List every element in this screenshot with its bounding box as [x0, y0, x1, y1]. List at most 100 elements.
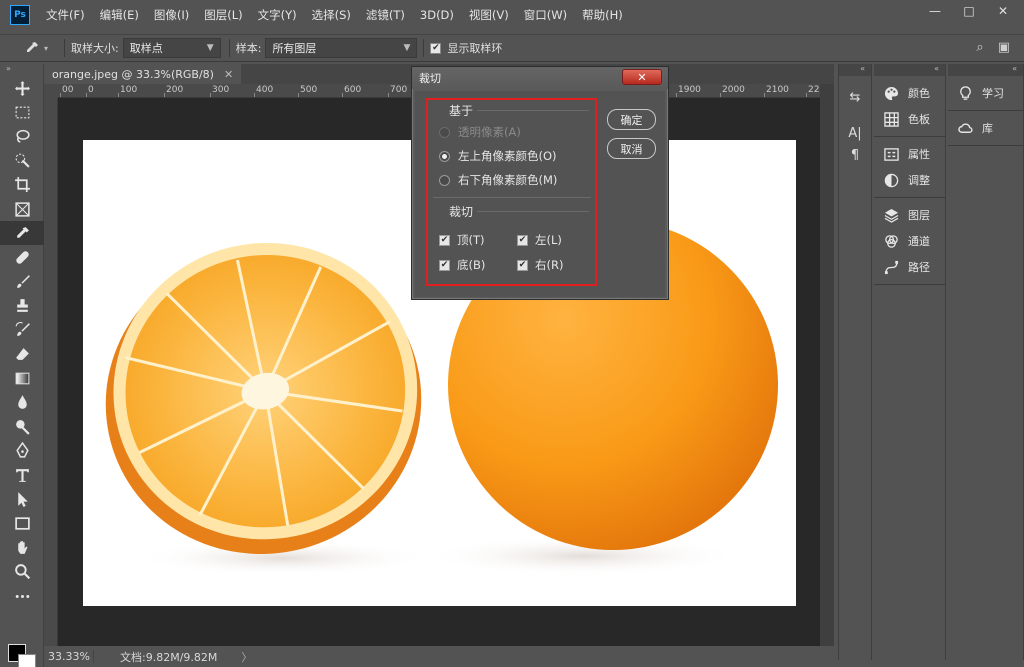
panel-adjustments[interactable]: 调整: [874, 167, 945, 193]
radio-transparent-pixels[interactable]: 透明像素(A): [439, 124, 521, 140]
menu-file[interactable]: 文件(F): [46, 7, 85, 23]
pen-tool[interactable]: [0, 439, 44, 463]
eyedropper-tool[interactable]: [0, 221, 44, 246]
menu-help[interactable]: 帮助(H): [582, 7, 623, 23]
menu-type[interactable]: 文字(Y): [258, 7, 297, 23]
eraser-tool[interactable]: [0, 342, 44, 366]
panel-label: 路径: [908, 261, 930, 274]
panel-group-color: 颜色 色板: [874, 76, 945, 137]
dialog-close-button[interactable]: ✕: [622, 69, 662, 85]
menu-layer[interactable]: 图层(L): [204, 7, 242, 23]
radio-button[interactable]: [439, 150, 450, 162]
trim-bottom-checkbox[interactable]: ✔ 底(B): [439, 257, 485, 273]
ok-button[interactable]: 确定: [607, 109, 656, 130]
stamp-tool[interactable]: [0, 294, 44, 318]
trim-left-checkbox[interactable]: ✔ 左(L): [517, 232, 562, 248]
collapse-icon[interactable]: »: [0, 64, 43, 76]
vertical-scrollbar[interactable]: [820, 84, 834, 646]
search-icon[interactable]: ⌕: [976, 40, 983, 55]
collapse-icon[interactable]: «: [948, 64, 1023, 76]
options-bar: ▾ 取样大小: 取样点 ▼ 样本: 所有图层 ▼ ✔ 显示取样环 ⌕ ▣: [0, 34, 1024, 62]
ruler-label: 200: [166, 85, 184, 95]
radio-top-left-color[interactable]: 左上角像素颜色(O): [439, 148, 557, 164]
panel-color[interactable]: 颜色: [874, 80, 945, 106]
brush-tool[interactable]: [0, 270, 44, 294]
window-controls: — □ ✕: [920, 2, 1018, 20]
quick-select-tool[interactable]: [0, 149, 44, 173]
panel-label: 调整: [908, 174, 930, 187]
panel-column-1: « 颜色 色板 属性 调整 图层 通道 路径: [874, 64, 946, 660]
eyedropper-icon: [27, 42, 38, 52]
history-brush-tool[interactable]: [0, 318, 44, 342]
menu-edit[interactable]: 编辑(E): [100, 7, 139, 23]
sample-size-select[interactable]: 取样点 ▼: [122, 38, 221, 58]
marquee-tool[interactable]: [0, 100, 44, 124]
trim-top-checkbox[interactable]: ✔ 顶(T): [439, 232, 485, 248]
panel-layers[interactable]: 图层: [874, 202, 945, 228]
checkbox[interactable]: ✔: [439, 234, 450, 246]
ruler-label: 100: [120, 85, 138, 95]
document-tab[interactable]: orange.jpeg @ 33.3%(RGB/8) ✕: [44, 64, 242, 84]
close-button[interactable]: ✕: [988, 2, 1018, 20]
history-panel-icon[interactable]: ⇆: [839, 86, 871, 108]
checkbox[interactable]: ✔: [517, 259, 528, 271]
healing-brush-tool[interactable]: [0, 245, 44, 269]
hand-tool[interactable]: [0, 536, 44, 560]
menu-filter[interactable]: 滤镜(T): [366, 7, 405, 23]
radio-button[interactable]: [439, 126, 450, 138]
close-icon[interactable]: ✕: [224, 68, 233, 81]
panel-paths[interactable]: 路径: [874, 254, 945, 280]
move-tool[interactable]: [0, 76, 44, 100]
menu-image[interactable]: 图像(I): [154, 7, 189, 23]
path-select-tool[interactable]: [0, 487, 44, 511]
lasso-tool[interactable]: [0, 124, 44, 148]
panel-label: 颜色: [908, 87, 930, 100]
tool-preset-picker[interactable]: ▾: [24, 40, 58, 56]
separator: [423, 39, 425, 57]
collapse-icon[interactable]: «: [874, 64, 945, 76]
panel-swatches[interactable]: 色板: [874, 106, 945, 132]
menu-window[interactable]: 窗口(W): [524, 7, 567, 23]
menu-select[interactable]: 选择(S): [312, 7, 351, 23]
checkbox[interactable]: ✔: [517, 234, 528, 246]
panel-channels[interactable]: 通道: [874, 228, 945, 254]
brush-icon: [16, 275, 30, 288]
frame-tool[interactable]: [0, 197, 44, 221]
shape-tool[interactable]: [0, 511, 44, 535]
minimize-button[interactable]: —: [920, 2, 950, 20]
maximize-button[interactable]: □: [954, 2, 984, 20]
menu-view[interactable]: 视图(V): [469, 7, 509, 23]
group-divider: [477, 211, 589, 212]
dodge-tool[interactable]: [0, 415, 44, 439]
more-tools[interactable]: [0, 584, 44, 608]
collapse-icon[interactable]: «: [839, 64, 871, 76]
half-orange: [105, 242, 422, 555]
panel-properties[interactable]: 属性: [874, 141, 945, 167]
cancel-button[interactable]: 取消: [607, 138, 656, 159]
panel-libraries[interactable]: 库: [948, 115, 1023, 141]
history-brush-icon: [15, 322, 30, 337]
menu-3d[interactable]: 3D(D): [420, 8, 454, 22]
zoom-level[interactable]: 33.33%: [44, 650, 94, 663]
workspace-icon[interactable]: ▣: [998, 40, 1010, 55]
character-panel-icon[interactable]: A|: [839, 122, 871, 144]
checkbox[interactable]: ✔: [439, 259, 450, 271]
sample-select[interactable]: 所有图层 ▼: [265, 38, 418, 58]
status-bar: 33.33% 文档:9.82M/9.82M 〉: [44, 646, 834, 667]
paragraph-panel-icon[interactable]: ¶: [839, 144, 871, 166]
blur-tool[interactable]: [0, 390, 44, 414]
status-menu-arrow[interactable]: 〉: [241, 649, 252, 665]
zoom-tool[interactable]: [0, 560, 44, 584]
magnifier-icon: [14, 564, 30, 580]
show-ring-checkbox[interactable]: ✔: [430, 42, 442, 54]
gradient-tool[interactable]: [0, 366, 44, 390]
radio-button[interactable]: [439, 174, 450, 186]
panel-group-learn: 学习: [948, 76, 1023, 111]
type-tool[interactable]: [0, 463, 44, 487]
radio-bottom-right-color[interactable]: 右下角像素颜色(M): [439, 172, 557, 188]
crop-tool[interactable]: [0, 173, 44, 197]
trim-right-checkbox[interactable]: ✔ 右(R): [517, 257, 563, 273]
eraser-icon: [15, 347, 29, 360]
background-color-swatch[interactable]: [18, 654, 36, 667]
panel-learn[interactable]: 学习: [948, 80, 1023, 106]
